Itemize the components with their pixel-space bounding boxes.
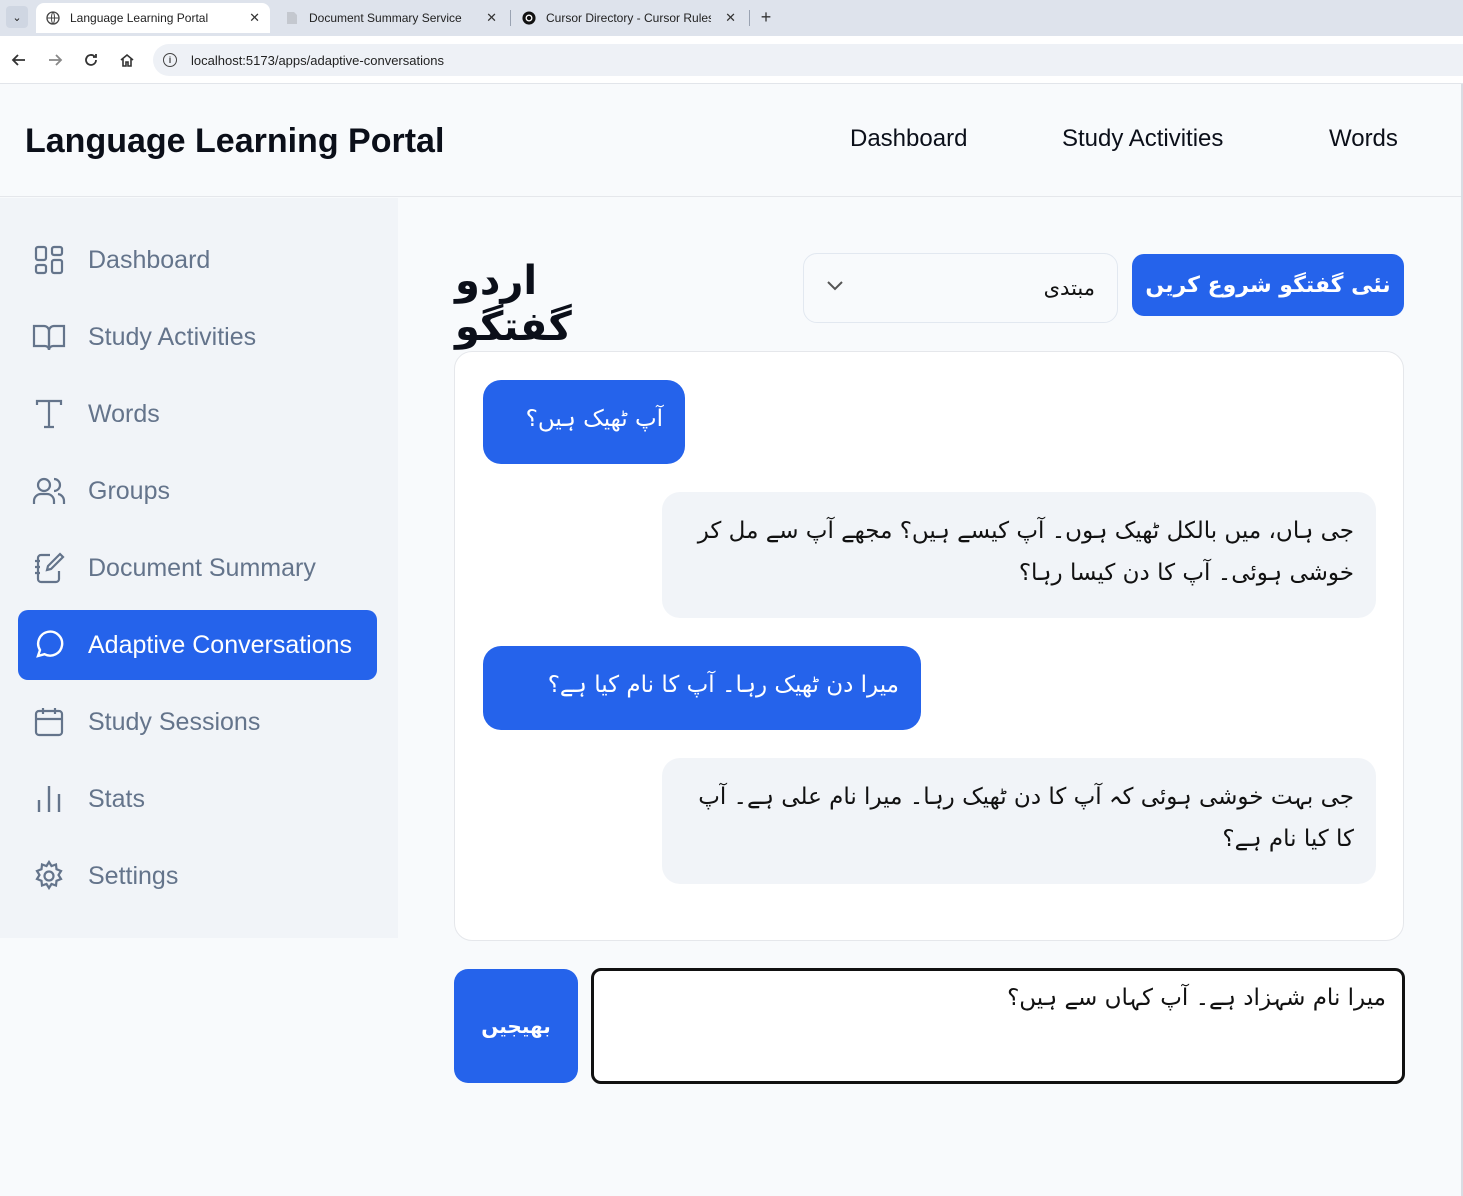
close-icon[interactable]: ✕ (486, 10, 497, 26)
globe-icon (46, 11, 60, 25)
topnav-study-activities[interactable]: Study Activities (1062, 125, 1223, 153)
sidebar-item-label: Document Summary (88, 553, 316, 582)
close-icon[interactable]: ✕ (725, 10, 736, 26)
topnav-dashboard[interactable]: Dashboard (850, 125, 967, 153)
chat-messages-panel: آپ ٹھیک ہیں؟ جی ہاں، میں بالکل ٹھیک ہوں۔… (454, 351, 1404, 941)
sidebar-item-groups[interactable]: Groups (18, 456, 377, 526)
book-open-icon (32, 320, 66, 354)
sidebar-item-words[interactable]: Words (18, 379, 377, 449)
browser-tab-bar: ⌄ Language Learning Portal ✕ Document Su… (0, 0, 1463, 36)
sidebar-item-study-activities[interactable]: Study Activities (18, 302, 377, 372)
type-icon (32, 397, 66, 431)
sidebar-item-label: Study Sessions (88, 707, 261, 736)
document-icon (285, 11, 299, 25)
message-circle-icon (32, 628, 66, 662)
sidebar-item-label: Adaptive Conversations (88, 630, 353, 659)
sidebar-item-label: Words (88, 399, 160, 428)
bot-message: جی ہاں، میں بالکل ٹھیک ہوں۔ آپ کیسے ہیں؟… (662, 492, 1376, 618)
tab-divider (510, 10, 511, 26)
message-input[interactable]: میرا نام شہزاد ہے۔ آپ کہاں سے ہیں؟ (591, 968, 1405, 1084)
sidebar-item-label: Study Activities (88, 322, 257, 351)
tab-title: Document Summary Service (309, 11, 462, 25)
level-select-value: مبتدی (1043, 276, 1095, 300)
chevron-down-icon (826, 279, 844, 297)
reload-icon[interactable] (80, 49, 102, 71)
brand-title[interactable]: Language Learning Portal (25, 122, 444, 161)
sidebar-item-label: Stats (88, 784, 145, 813)
user-message: آپ ٹھیک ہیں؟ (483, 380, 685, 464)
notebook-pen-icon (32, 551, 66, 585)
address-bar[interactable]: i localhost:5173/apps/adaptive-conversat… (153, 44, 1463, 76)
level-select[interactable]: مبتدی (803, 253, 1118, 323)
bar-chart-icon (32, 782, 66, 816)
calendar-icon (32, 705, 66, 739)
user-message: میرا دن ٹھیک رہا۔ آپ کا نام کیا ہے؟ (483, 646, 921, 730)
sidebar-item-label: Settings (88, 861, 179, 890)
sidebar: Dashboard Study Activities Words Groups … (0, 198, 398, 938)
app-header: Language Learning Portal Dashboard Study… (0, 84, 1463, 197)
sidebar-item-dashboard[interactable]: Dashboard (18, 225, 377, 295)
tab-title: Language Learning Portal (70, 11, 209, 25)
url-text: localhost:5173/apps/adaptive-conversatio… (191, 52, 444, 68)
new-conversation-button[interactable]: نئی گفتگو شروع کریں (1132, 254, 1404, 316)
page-title: اردو گفتگو (455, 258, 572, 350)
forward-arrow-icon[interactable] (44, 49, 66, 71)
home-icon[interactable] (116, 49, 138, 71)
users-icon (32, 474, 66, 508)
browser-tab[interactable]: Cursor Directory - Cursor Rules ✕ (512, 3, 746, 33)
grid-icon (32, 243, 66, 277)
cursor-icon (522, 11, 536, 25)
sidebar-item-adaptive-conversations[interactable]: Adaptive Conversations (18, 610, 377, 680)
sidebar-item-study-sessions[interactable]: Study Sessions (18, 687, 377, 757)
topnav-words[interactable]: Words (1329, 125, 1398, 153)
sidebar-item-stats[interactable]: Stats (18, 764, 377, 834)
new-tab-plus-icon[interactable]: + (756, 6, 776, 28)
close-icon[interactable]: ✕ (249, 10, 260, 26)
bot-message: جی بہت خوشی ہوئی کہ آپ کا دن ٹھیک رہا۔ م… (662, 758, 1376, 884)
tab-search-dropdown-icon[interactable]: ⌄ (6, 6, 28, 28)
sidebar-item-document-summary[interactable]: Document Summary (18, 533, 377, 603)
tab-divider (749, 10, 750, 26)
sidebar-item-settings[interactable]: Settings (18, 841, 377, 911)
browser-tab-active[interactable]: Language Learning Portal ✕ (36, 3, 270, 33)
send-button[interactable]: بھیجیں (454, 969, 578, 1083)
site-info-icon[interactable]: i (163, 53, 177, 67)
tab-title: Cursor Directory - Cursor Rules (546, 11, 711, 25)
sidebar-item-label: Dashboard (88, 245, 211, 274)
browser-tab[interactable]: Document Summary Service ✕ (275, 3, 507, 33)
gear-icon (32, 859, 66, 893)
sidebar-item-label: Groups (88, 476, 170, 505)
back-arrow-icon[interactable] (8, 49, 30, 71)
browser-toolbar: i localhost:5173/apps/adaptive-conversat… (0, 36, 1463, 84)
